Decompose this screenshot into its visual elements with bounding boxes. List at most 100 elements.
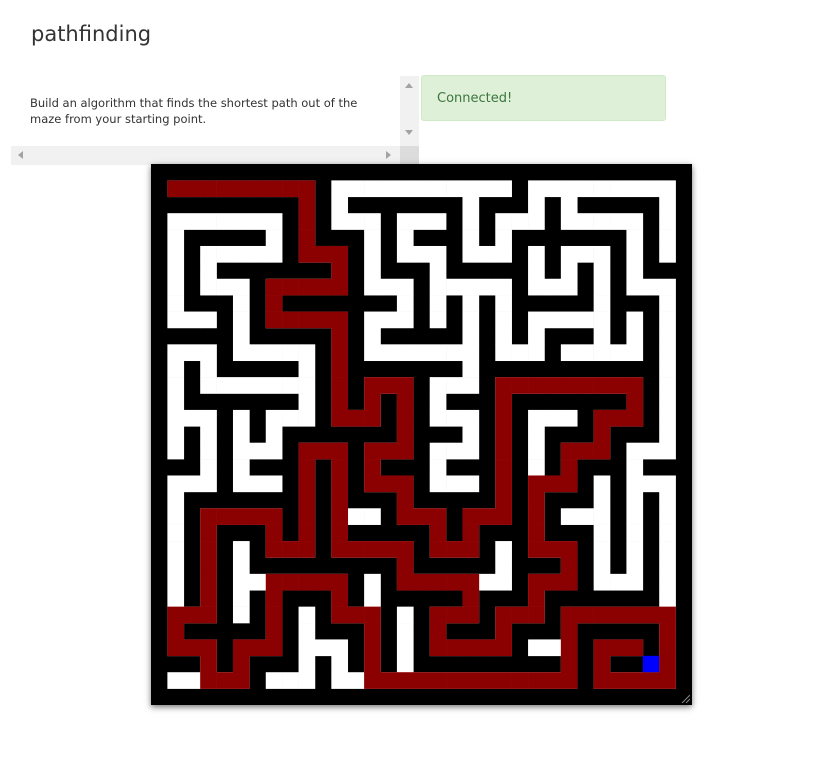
maze-canvas[interactable]	[151, 164, 692, 705]
maze-open-cell	[200, 360, 217, 378]
explored-path-cell	[560, 557, 578, 575]
maze-open-cell	[298, 606, 316, 624]
explored-path-cell	[331, 491, 349, 509]
maze-open-cell	[232, 344, 250, 362]
maze-open-cell	[265, 229, 283, 247]
explored-path-cell	[396, 475, 414, 493]
maze-open-cell	[429, 377, 447, 394]
explored-path-cell	[626, 377, 644, 394]
explored-path-cell	[265, 623, 283, 640]
explored-path-cell	[314, 278, 332, 296]
maze-open-cell	[478, 573, 496, 591]
maze-open-cell	[528, 311, 545, 329]
scroll-left-arrow-icon[interactable]	[18, 151, 23, 159]
maze-open-cell	[659, 180, 676, 198]
maze-open-cell	[364, 245, 381, 263]
maze-open-cell	[462, 245, 480, 263]
maze-open-cell	[495, 278, 512, 296]
maze-open-cell	[462, 426, 480, 443]
explored-path-cell	[216, 180, 234, 198]
scroll-right-arrow-icon[interactable]	[386, 151, 391, 159]
maze-open-cell	[282, 377, 299, 394]
maze-open-cell	[593, 573, 611, 591]
maze-open-cell	[167, 245, 185, 263]
maze-open-cell	[577, 508, 594, 525]
maze-open-cell	[232, 459, 250, 476]
explored-path-cell	[364, 672, 381, 689]
explored-path-cell	[593, 442, 611, 460]
maze-open-cell	[216, 245, 234, 263]
explored-path-cell	[528, 541, 545, 558]
explored-path-cell	[249, 180, 267, 198]
explored-path-cell	[626, 639, 644, 657]
maze-open-cell	[659, 196, 676, 214]
maze-open-cell	[659, 541, 676, 558]
explored-path-cell	[364, 639, 381, 657]
maze-open-cell	[347, 213, 365, 230]
vertical-scrollbar[interactable]	[400, 76, 419, 146]
maze-open-cell	[232, 426, 250, 443]
maze-open-cell	[593, 180, 611, 198]
maze-open-cell	[593, 344, 611, 362]
maze-open-cell	[364, 327, 381, 345]
maze-open-cell	[626, 459, 644, 476]
maze-open-cell	[282, 672, 299, 689]
explored-path-cell	[298, 573, 316, 591]
explored-path-cell	[495, 491, 512, 509]
explored-path-cell	[298, 459, 316, 476]
maze-open-cell	[626, 344, 644, 362]
explored-path-cell	[298, 229, 316, 247]
maze-open-cell	[167, 573, 185, 591]
horizontal-scrollbar[interactable]	[11, 146, 400, 165]
explored-path-cell	[380, 541, 398, 558]
explored-path-cell	[331, 311, 349, 329]
maze-open-cell	[232, 278, 250, 296]
maze-open-cell	[462, 278, 480, 296]
resize-grip-icon[interactable]	[681, 694, 690, 703]
maze-open-cell	[429, 245, 447, 263]
explored-path-cell	[364, 541, 381, 558]
maze-open-cell	[364, 573, 381, 591]
maze-open-cell	[200, 442, 217, 460]
maze-open-cell	[183, 213, 201, 230]
maze-open-cell	[626, 327, 644, 345]
maze-open-cell	[282, 344, 299, 362]
maze-open-cell	[396, 623, 414, 640]
explored-path-cell	[462, 606, 480, 624]
explored-path-cell	[560, 672, 578, 689]
explored-path-cell	[200, 508, 217, 525]
explored-path-cell	[495, 475, 512, 493]
maze-open-cell	[462, 344, 480, 362]
explored-path-cell	[446, 606, 463, 624]
explored-path-cell	[560, 442, 578, 460]
maze-open-cell	[364, 262, 381, 280]
maze-open-cell	[659, 524, 676, 542]
maze-open-cell	[659, 557, 676, 575]
maze-open-cell	[659, 295, 676, 312]
maze-open-cell	[413, 344, 430, 362]
explored-path-cell	[331, 508, 349, 525]
explored-path-cell	[429, 541, 447, 558]
maze-open-cell	[495, 229, 512, 247]
explored-path-cell	[495, 672, 512, 689]
maze-open-cell	[626, 573, 644, 591]
maze-open-cell	[462, 475, 480, 493]
scroll-down-arrow-icon[interactable]	[405, 130, 413, 135]
maze-open-cell	[429, 262, 447, 280]
explored-path-cell	[495, 606, 512, 624]
explored-path-cell	[232, 508, 250, 525]
maze-open-cell	[232, 475, 250, 493]
maze-open-cell	[626, 491, 644, 509]
explored-path-cell	[347, 541, 365, 558]
maze-open-cell	[528, 639, 545, 657]
explored-path-cell	[528, 606, 545, 624]
maze-open-cell	[249, 475, 267, 493]
scroll-up-arrow-icon[interactable]	[405, 83, 413, 88]
maze-open-cell	[200, 459, 217, 476]
maze-open-cell	[314, 639, 332, 657]
maze-open-cell	[495, 180, 512, 198]
maze-open-cell	[396, 245, 414, 263]
maze-open-cell	[167, 557, 185, 575]
maze-open-cell	[626, 311, 644, 329]
maze-open-cell	[642, 475, 660, 493]
